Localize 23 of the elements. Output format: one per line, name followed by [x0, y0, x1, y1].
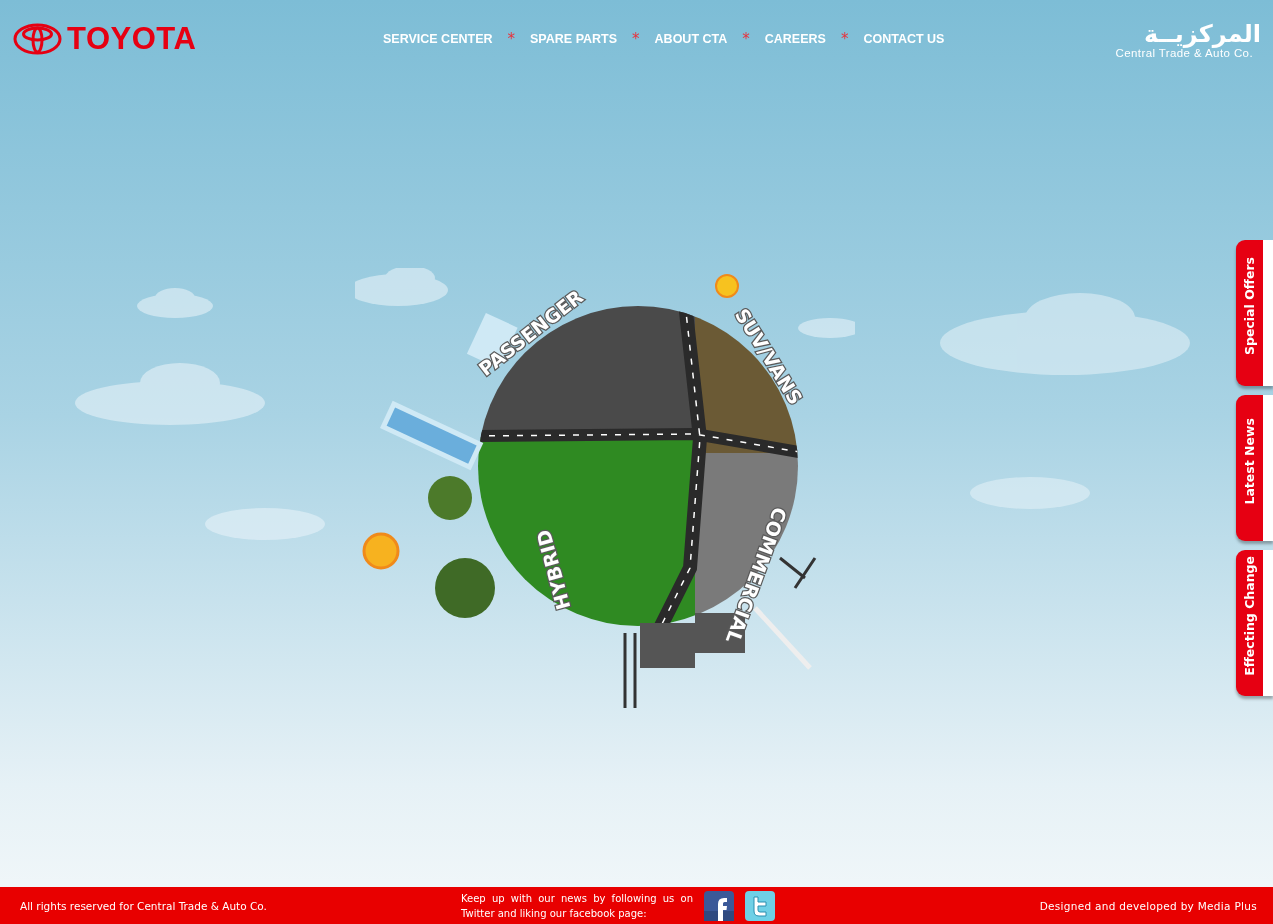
nav-separator: * — [840, 30, 849, 48]
nav-link[interactable]: ABOUT CTA — [654, 32, 728, 46]
nav-link[interactable]: CAREERS — [764, 32, 826, 46]
side-tab[interactable]: Special Offers — [1236, 240, 1273, 386]
company-english-name: Central Trade & Auto Co. — [1115, 47, 1253, 59]
company-arabic-name: المركزيــة — [1143, 21, 1261, 47]
follow-text: Keep up with our news by following us on Twitter and liking our facebook page: — [461, 891, 693, 921]
category-link[interactable]: HYBRID — [532, 527, 575, 613]
nav-link[interactable]: CONTACT US — [863, 32, 945, 46]
nav-link[interactable]: SPARE PARTS — [530, 32, 618, 46]
side-tab[interactable]: Effecting Change — [1236, 550, 1273, 696]
side-tab[interactable]: Latest News — [1236, 395, 1273, 541]
copyright-text: All rights reserved for Central Trade & Auto Co. — [19, 899, 268, 912]
nav-separator: * — [632, 30, 640, 48]
twitter-icon[interactable] — [745, 890, 775, 921]
toyota-logo[interactable]: TOYOTA — [13, 21, 373, 57]
facebook-icon[interactable] — [704, 890, 734, 921]
toyota-emblem-icon — [13, 23, 62, 55]
nav-separator: * — [507, 30, 515, 48]
credit-text: Designed and developed by Media Plus — [1038, 899, 1258, 912]
brand-name: TOYOTA — [67, 21, 197, 57]
nav-link[interactable]: SERVICE CENTER — [383, 32, 493, 46]
nav-separator: * — [742, 30, 750, 48]
